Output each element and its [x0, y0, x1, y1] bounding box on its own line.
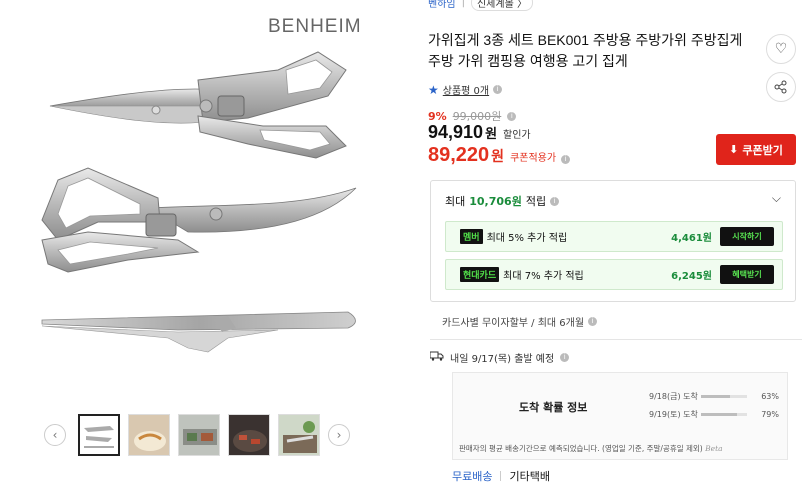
reward-header-prefix: 최대: [445, 195, 466, 208]
heart-icon[interactable]: ♡: [766, 34, 796, 64]
reward-row-text: 최대 5% 추가 적립: [486, 233, 568, 244]
beta-label: Beta: [705, 444, 723, 453]
thumbnail-5[interactable]: [278, 414, 320, 456]
sale-price-label: 할인가: [503, 130, 531, 141]
reward-row-text: 최대 7% 추가 적립: [503, 271, 584, 282]
coupon-button[interactable]: ⬇ 쿠폰받기: [716, 134, 796, 165]
shipping-note-text: 판매자의 평균 배송기간으로 예측되었습니다. (영업일 기준, 주말/공휴일 …: [459, 444, 703, 453]
shipping-headline-text: 내일 9/17(목) 출발 예정: [450, 354, 555, 365]
discount-rate: 9%: [428, 109, 447, 123]
truck-icon: [429, 351, 444, 364]
arrival-date: 9/19(토) 도착: [649, 409, 698, 419]
coupon-price: 89,220: [428, 144, 490, 166]
arrival-bar-fill: [701, 413, 738, 416]
info-icon[interactable]: i: [560, 353, 570, 362]
thumbnail-1[interactable]: [78, 414, 120, 456]
divider: [430, 339, 802, 340]
arrival-bar: [701, 413, 747, 416]
sale-price-row: 94,910 원 할인가: [428, 122, 531, 143]
coupon-price-unit: 원: [491, 149, 505, 165]
product-title: 가위집게 3종 세트 BEK001 주방용 주방가위 주방집게 주방 가위 캠핑…: [428, 32, 743, 69]
sale-price: 94,910: [428, 122, 484, 142]
chevron-down-icon[interactable]: ⌵: [772, 191, 781, 206]
free-shipping-label: 무료배송: [452, 470, 493, 483]
reward-row-member: 멤버 최대 5% 추가 적립 4,461원 시작하기: [445, 221, 783, 252]
arrival-bar-fill: [701, 395, 730, 398]
star-icon: ★: [428, 82, 439, 97]
chevron-left-icon[interactable]: ‹: [44, 424, 66, 446]
reward-row-card: 현대카드 최대 7% 추가 적립 6,245원 혜택받기: [445, 259, 783, 290]
arrival-percent: 79%: [761, 409, 779, 419]
tongs-shape: [41, 311, 356, 353]
chevron-right-icon[interactable]: ›: [328, 424, 350, 446]
installment-text: 카드사별 무이자할부 / 최대 6개월: [442, 318, 585, 329]
thumbnail-4[interactable]: [228, 414, 270, 456]
thumbnail-2[interactable]: [128, 414, 170, 456]
main-product-image[interactable]: [28, 8, 388, 388]
coupon-price-label: 쿠폰적용가: [510, 153, 557, 164]
start-button[interactable]: 시작하기: [720, 227, 774, 246]
arrival-probability-title: 도착 확률 정보: [519, 401, 588, 414]
breadcrumb-store[interactable]: 신세계몰 〉: [470, 0, 533, 11]
arrival-row: 9/19(토) 도착 79%: [649, 405, 779, 423]
arrival-bar: [701, 395, 747, 398]
arrival-rows: 9/18(금) 도착 63% 9/19(토) 도착 79%: [649, 387, 779, 423]
arrival-date: 9/18(금) 도착: [649, 391, 698, 401]
product-gallery: BENHEIM ‹ ›: [0, 0, 420, 486]
card-badge: 현대카드: [460, 267, 500, 282]
reward-box: 최대 10,706원 적립 i ⌵ 멤버 최대 5% 추가 적립 4,461원 시작…: [430, 180, 796, 302]
member-badge: 멤버: [460, 229, 483, 244]
scissors-top-shape: [49, 51, 347, 159]
info-icon[interactable]: i: [561, 155, 571, 164]
reward-row-amount: 4,461원: [671, 233, 712, 244]
scissors-middle-shape: [41, 167, 357, 273]
share-icon[interactable]: [766, 72, 796, 102]
shipping-note: 판매자의 평균 배송기간으로 예측되었습니다. (영업일 기준, 주말/공휴일 …: [459, 443, 723, 454]
arrival-row: 9/18(금) 도착 63%: [649, 387, 779, 405]
installment-info: 카드사별 무이자할부 / 최대 6개월 i: [442, 314, 598, 329]
reward-header-amount: 10,706원: [469, 195, 522, 208]
breadcrumb-brand[interactable]: 벤하임: [428, 0, 456, 10]
reward-header: 최대 10,706원 적립 i: [445, 193, 560, 209]
info-icon[interactable]: i: [507, 111, 517, 121]
thumbnail-strip: ‹ ›: [44, 414, 354, 458]
breadcrumb: 벤하임 | 신세계몰 〉: [428, 0, 533, 11]
reward-row-amount: 6,245원: [671, 271, 712, 282]
sale-price-unit: 원: [485, 127, 498, 142]
review-count-link[interactable]: 상품평 0개: [443, 82, 489, 97]
shipping-headline: 내일 9/17(목) 출발 예정 i: [429, 350, 570, 365]
thumbnail-3[interactable]: [178, 414, 220, 456]
info-icon[interactable]: i: [493, 85, 503, 94]
benefit-button[interactable]: 혜택받기: [720, 265, 774, 284]
download-icon: ⬇: [729, 143, 739, 156]
delivery-row: 무료배송 기타택배: [452, 468, 550, 484]
arrival-percent: 63%: [761, 391, 779, 401]
product-info-panel: 벤하임 | 신세계몰 〉 가위집게 3종 세트 BEK001 주방용 주방가위 …: [420, 0, 802, 486]
carrier-label: 기타택배: [509, 470, 550, 483]
rating-row: ★ 상품평 0개 i: [428, 82, 503, 97]
info-icon[interactable]: i: [588, 317, 598, 326]
info-icon[interactable]: i: [550, 196, 560, 206]
coupon-price-row: 89,220 원 쿠폰적용가 i: [428, 144, 571, 167]
reward-header-suffix: 적립: [525, 195, 547, 208]
divider: [500, 471, 502, 481]
breadcrumb-separator: |: [461, 0, 465, 8]
arrival-probability-box: 도착 확률 정보 9/18(금) 도착 63% 9/19(토) 도착 79% 판…: [452, 372, 788, 460]
coupon-button-label: 쿠폰받기: [742, 143, 783, 157]
